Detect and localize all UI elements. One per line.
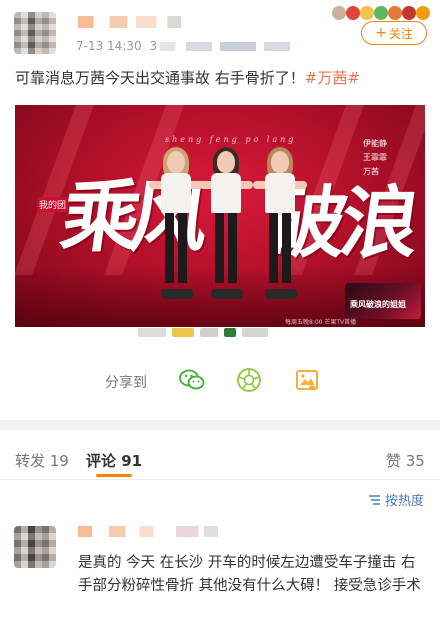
- commenter-avatar[interactable]: [14, 526, 56, 568]
- weibo-post-page: 7-13 14:30 3 + 关注 可靠消息万茜今天出交通事故 右手骨折了！#万…: [0, 0, 440, 627]
- wechat-icon: [179, 369, 205, 390]
- image-name: 伊能静: [363, 139, 387, 148]
- share-label: 分享到: [105, 375, 147, 391]
- post-image[interactable]: sheng feng po lang 乘风 破浪 我的团 伊能静 王霏霏 万茜 …: [15, 105, 425, 327]
- sort-label: 按热度: [385, 494, 425, 509]
- dancer-figure: [149, 147, 203, 299]
- wechat-share-button[interactable]: [178, 366, 206, 394]
- follow-label: 关注: [388, 26, 413, 41]
- image-caption: 每周五晚8:00 芒果TV首播: [285, 319, 357, 326]
- save-image-button[interactable]: [293, 366, 321, 394]
- deco-icon: [388, 6, 402, 20]
- sort-by-hot-button[interactable]: 按热度: [368, 490, 424, 509]
- follow-button[interactable]: + 关注: [361, 21, 427, 45]
- sponsor-logo: [200, 328, 218, 337]
- interaction-tabs: 转发 19 评论 91 赞 35: [0, 430, 440, 480]
- sort-icon: [369, 494, 380, 505]
- dancer-figure: [253, 147, 307, 299]
- post-time: 7-13 14:30 3: [76, 39, 157, 53]
- author-avatar[interactable]: [14, 12, 56, 54]
- sponsor-logo: [242, 328, 268, 337]
- deco-icon: [346, 6, 360, 20]
- active-tab-indicator: [96, 474, 132, 477]
- plus-icon: +: [375, 25, 387, 41]
- deco-icon: [402, 6, 416, 20]
- author-name-blurred[interactable]: [78, 16, 190, 28]
- deco-icon: [360, 6, 374, 20]
- image-name: 万茜: [363, 167, 379, 176]
- deco-icon: [416, 6, 430, 20]
- dancer-figure: [199, 147, 253, 299]
- save-image-icon: [296, 370, 318, 391]
- comment-text: 是真的 今天 在长沙 开车的时候左边遭受车子撞击 右手部分粉碎性骨折 其他没有什…: [78, 555, 421, 594]
- show-logo-text: 乘风破浪的姐姐: [350, 300, 406, 309]
- sponsor-logos: [138, 328, 288, 338]
- post-header: 7-13 14:30 3 + 关注: [0, 0, 440, 62]
- image-script-text: sheng feng po lang: [165, 135, 297, 144]
- image-names: 伊能静 王霏霏 万茜: [363, 137, 387, 179]
- image-badge: 我的团: [37, 197, 69, 212]
- image-name: 王霏霏: [363, 153, 387, 162]
- commenter-name-blurred[interactable]: [78, 526, 218, 537]
- hashtag-link[interactable]: #万茜#: [305, 69, 360, 87]
- post-text: 可靠消息万茜今天出交通事故 右手骨折了！#万茜#: [15, 67, 430, 89]
- sponsor-logo: [172, 328, 194, 337]
- deco-icon: [332, 6, 346, 20]
- tab-comment[interactable]: 评论 91: [86, 450, 142, 471]
- section-divider: [0, 420, 440, 430]
- post-body: 可靠消息万茜今天出交通事故 右手骨折了！: [15, 69, 305, 87]
- deco-icon: [374, 6, 388, 20]
- sponsor-logo: [224, 328, 236, 337]
- moments-share-button[interactable]: [235, 366, 263, 394]
- moments-icon: [237, 368, 261, 392]
- tab-like[interactable]: 赞 35: [386, 450, 425, 471]
- post-time-suffix: 3: [149, 39, 158, 53]
- tab-repost[interactable]: 转发 19: [15, 450, 69, 471]
- post-source-blurred: [160, 42, 290, 51]
- post-timestamp: 7-13 14:30: [76, 39, 142, 53]
- sponsor-logo: [138, 328, 166, 337]
